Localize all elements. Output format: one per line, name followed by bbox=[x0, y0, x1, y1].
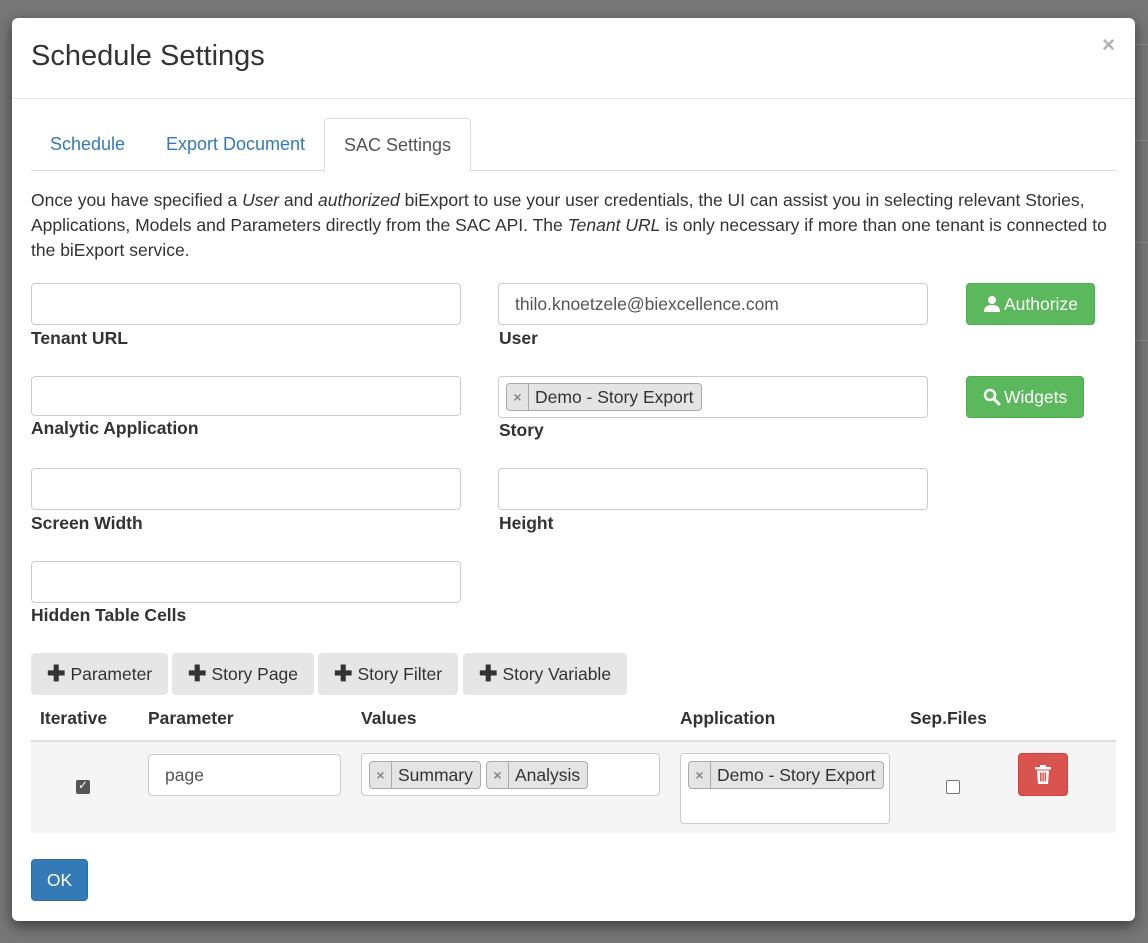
tenant-url-label: Tenant URL bbox=[31, 328, 128, 348]
add-story-variable-button[interactable]: ✚ Story Variable bbox=[463, 653, 628, 695]
intro-text-part: and bbox=[279, 190, 318, 210]
header-parameter: Parameter bbox=[148, 708, 234, 728]
backdrop-line bbox=[1134, 44, 1148, 45]
intro-em-authorized: authorized bbox=[318, 190, 400, 210]
x-icon[interactable]: × bbox=[370, 762, 392, 788]
tab-bar: Schedule Export Document SAC Settings bbox=[31, 118, 1116, 172]
tab-schedule[interactable]: Schedule bbox=[31, 118, 144, 171]
search-icon bbox=[983, 388, 1001, 406]
application-select[interactable]: × Demo - Story Export bbox=[680, 753, 890, 824]
story-tag-label: Demo - Story Export bbox=[535, 386, 694, 407]
screen-width-input[interactable] bbox=[31, 468, 461, 510]
header-iterative: Iterative bbox=[40, 708, 108, 728]
intro-em-tenant-url: Tenant URL bbox=[567, 215, 661, 235]
story-select[interactable]: × Demo - Story Export bbox=[498, 376, 928, 418]
delete-row-button[interactable] bbox=[1018, 753, 1068, 796]
backdrop-line bbox=[1134, 340, 1148, 341]
parameter-value: page bbox=[165, 765, 204, 785]
user-value: thilo.knoetzele@biexcellence.com bbox=[515, 294, 779, 314]
modal-header: Schedule Settings × bbox=[12, 18, 1135, 99]
height-label: Height bbox=[499, 513, 554, 533]
modal-title: Schedule Settings bbox=[31, 40, 265, 72]
add-story-page-button[interactable]: ✚ Story Page bbox=[172, 653, 315, 695]
header-sep-files: Sep.Files bbox=[910, 708, 987, 728]
backdrop-line bbox=[1134, 140, 1148, 141]
authorize-button[interactable]: Authorize bbox=[966, 283, 1095, 325]
application-tag: × Demo - Story Export bbox=[688, 761, 884, 789]
widgets-button-label: Widgets bbox=[1004, 386, 1068, 407]
header-values: Values bbox=[361, 708, 417, 728]
value-tag: × Analysis bbox=[486, 761, 589, 789]
x-icon[interactable]: × bbox=[507, 384, 529, 410]
value-tag: × Summary bbox=[369, 761, 481, 789]
height-input[interactable] bbox=[498, 468, 928, 510]
add-parameter-label: Parameter bbox=[70, 663, 153, 684]
story-tag: × Demo - Story Export bbox=[506, 383, 702, 411]
screen-width-label: Screen Width bbox=[31, 513, 143, 533]
intro-text-part: Once you have specified a bbox=[31, 190, 243, 210]
ok-button[interactable]: OK bbox=[31, 859, 88, 901]
x-icon[interactable]: × bbox=[487, 762, 509, 788]
tenant-url-input[interactable] bbox=[31, 283, 461, 325]
plus-icon: ✚ bbox=[479, 661, 498, 686]
analytic-application-label: Analytic Application bbox=[31, 418, 199, 438]
value-tag-label: Analysis bbox=[515, 764, 581, 785]
tab-export-document[interactable]: Export Document bbox=[147, 118, 324, 171]
analytic-application-input[interactable] bbox=[31, 376, 461, 416]
user-label: User bbox=[499, 328, 538, 348]
iterative-checkbox[interactable] bbox=[76, 778, 90, 794]
intro-text: Once you have specified a User and autho… bbox=[31, 188, 1121, 263]
add-story-filter-button[interactable]: ✚ Story Filter bbox=[318, 653, 459, 695]
parameter-input[interactable]: page bbox=[148, 754, 341, 796]
authorize-button-label: Authorize bbox=[1004, 293, 1078, 314]
backdrop-line bbox=[1134, 242, 1148, 243]
add-story-filter-label: Story Filter bbox=[357, 663, 443, 684]
close-icon[interactable]: × bbox=[1102, 34, 1115, 56]
widgets-button[interactable]: Widgets bbox=[966, 376, 1085, 418]
plus-icon: ✚ bbox=[47, 661, 66, 686]
schedule-settings-modal: Schedule Settings × Schedule Export Docu… bbox=[12, 18, 1135, 921]
plus-icon: ✚ bbox=[188, 661, 207, 686]
sep-files-checkbox[interactable] bbox=[946, 780, 960, 794]
user-icon bbox=[984, 296, 1000, 312]
add-story-page-label: Story Page bbox=[211, 663, 299, 684]
story-label: Story bbox=[499, 420, 544, 440]
x-icon[interactable]: × bbox=[689, 762, 711, 788]
add-parameter-button[interactable]: ✚ Parameter bbox=[31, 653, 169, 695]
value-tag-label: Summary bbox=[398, 764, 473, 785]
trash-icon bbox=[1035, 764, 1051, 784]
plus-icon: ✚ bbox=[334, 661, 353, 686]
hidden-table-cells-input[interactable] bbox=[31, 561, 461, 603]
hidden-table-cells-label: Hidden Table Cells bbox=[31, 605, 187, 625]
intro-em-user: User bbox=[242, 190, 280, 210]
add-story-variable-label: Story Variable bbox=[502, 663, 612, 684]
header-application: Application bbox=[680, 708, 776, 728]
tab-sac-settings[interactable]: SAC Settings bbox=[324, 118, 472, 172]
user-input[interactable]: thilo.knoetzele@biexcellence.com bbox=[498, 283, 928, 325]
values-select[interactable]: × Summary × Analysis bbox=[361, 753, 660, 796]
application-tag-label: Demo - Story Export bbox=[717, 764, 876, 785]
